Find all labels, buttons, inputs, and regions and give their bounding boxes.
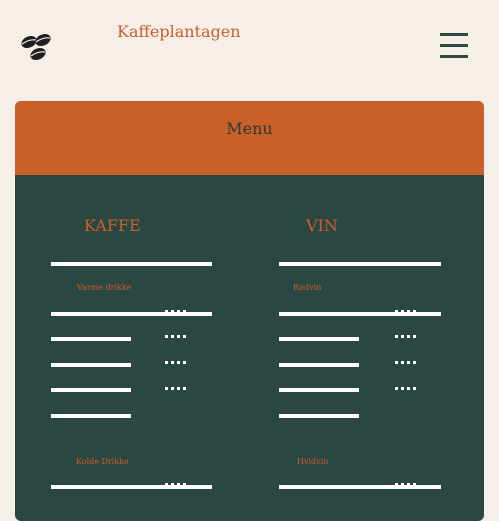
divider-line: [51, 262, 212, 266]
price-dots: [395, 310, 417, 313]
price-dots: [165, 310, 187, 313]
menu-item-line: [279, 337, 359, 341]
price-dots: [165, 387, 187, 390]
menu-item-line: [51, 337, 131, 341]
menu-item-line: [279, 363, 359, 367]
price-dots: [165, 335, 187, 338]
price-dots: [395, 387, 417, 390]
menu-item-line: [279, 414, 359, 418]
brand-name[interactable]: Kaffeplantagen: [117, 22, 241, 41]
column-title-vin: VIN: [306, 216, 338, 235]
hamburger-menu-icon[interactable]: [440, 33, 468, 61]
menu-item-line: [279, 388, 359, 392]
section-label-kolde-drikke: Kolde Drikke: [76, 457, 129, 466]
price-dots: [165, 361, 187, 364]
section-label-hvidvin: Hvidvin: [297, 457, 329, 466]
price-dots: [395, 483, 417, 486]
section-label-varme-drikke: Varme drikke: [77, 283, 132, 292]
price-dots: [165, 483, 187, 486]
price-dots: [395, 361, 417, 364]
menu-item-line: [51, 485, 212, 489]
menu-item-line: [51, 414, 131, 418]
menu-title: Menu: [226, 118, 273, 138]
section-label-rodvin: Rødvin: [293, 283, 322, 292]
divider-line: [279, 262, 441, 266]
menu-item-line: [51, 388, 131, 392]
menu-item-line: [51, 312, 212, 316]
menu-card: Menu KAFFE Varme drikke Kolde Drikke VIN…: [15, 101, 484, 521]
coffee-beans-icon: [21, 33, 51, 61]
column-title-kaffe: KAFFE: [84, 216, 141, 235]
menu-card-header: Menu: [15, 101, 484, 175]
menu-item-line: [51, 363, 131, 367]
price-dots: [395, 335, 417, 338]
